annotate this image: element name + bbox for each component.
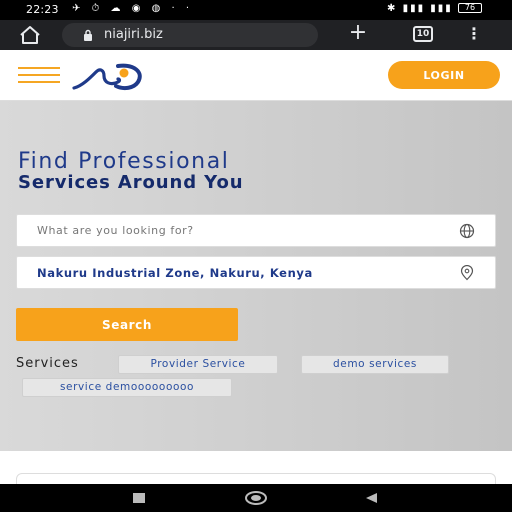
- system-nav-bar: [0, 484, 512, 512]
- home-icon[interactable]: [18, 25, 42, 45]
- site-logo[interactable]: [72, 60, 144, 92]
- service-chip-demooo[interactable]: service demooooooooo: [22, 378, 232, 397]
- hero-title-line2: Services Around You: [18, 172, 244, 193]
- service-search-input[interactable]: [17, 215, 457, 246]
- hero-title-line1: Find Professional: [18, 149, 230, 174]
- service-chip-provider[interactable]: Provider Service: [118, 355, 278, 374]
- hero-section: Find Professional Services Around You Se…: [0, 101, 512, 451]
- location-pin-icon[interactable]: [459, 265, 475, 281]
- search-button[interactable]: Search: [16, 308, 238, 341]
- service-chip-demo[interactable]: demo services: [301, 355, 449, 374]
- recent-apps-icon[interactable]: [133, 493, 145, 503]
- site-header: LOGIN: [0, 50, 512, 101]
- location-input[interactable]: [17, 257, 457, 288]
- status-time: 22:23: [26, 3, 59, 16]
- status-bar: 22:23 ✈ ⏱ ☁ ◉ ◍ · · ✱ ▮▮▮ ▮▮▮ 76: [0, 0, 512, 20]
- tab-switcher-button[interactable]: 10: [413, 26, 433, 42]
- service-search-field[interactable]: [16, 214, 496, 247]
- notification-icons: ✈ ⏱ ☁ ◉ ◍ · ·: [72, 3, 194, 14]
- signal-strength-icon: ✱ ▮▮▮ ▮▮▮: [387, 3, 453, 14]
- back-nav-icon[interactable]: [364, 492, 378, 504]
- lock-icon: [84, 29, 92, 41]
- browser-menu-button[interactable]: ⋮: [466, 24, 482, 46]
- browser-toolbar: niajiri.biz + 10 ⋮: [0, 20, 512, 50]
- new-tab-button[interactable]: +: [345, 21, 371, 45]
- battery-icon: 76: [458, 3, 482, 13]
- signal-icons: ✱ ▮▮▮ ▮▮▮ 76: [387, 3, 482, 14]
- address-bar[interactable]: niajiri.biz: [62, 23, 318, 47]
- services-label: Services: [16, 356, 79, 371]
- location-field[interactable]: [16, 256, 496, 289]
- globe-icon: [459, 223, 475, 239]
- hamburger-menu-icon[interactable]: [18, 67, 60, 83]
- login-button[interactable]: LOGIN: [388, 61, 500, 89]
- url-text[interactable]: niajiri.biz: [104, 27, 163, 42]
- home-nav-icon[interactable]: [245, 491, 267, 505]
